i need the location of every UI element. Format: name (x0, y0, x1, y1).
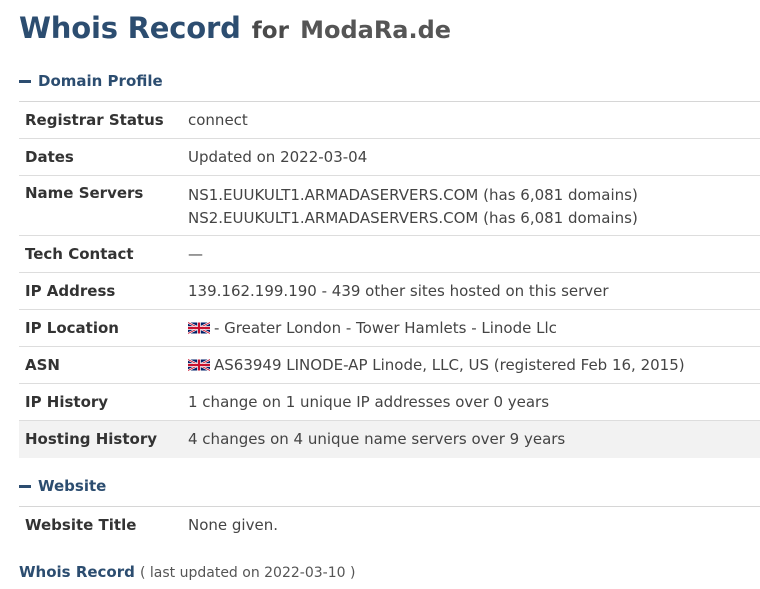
row-name-servers: Name Servers NS1.EUUKULT1.ARMADASERVERS.… (19, 176, 760, 236)
website-toggle[interactable]: Website (19, 476, 106, 496)
domain-profile-table: Registrar Status connect Dates Updated o… (19, 101, 760, 458)
row-tech-contact: Tech Contact — (19, 236, 760, 273)
row-ip-location: IP Location - Greater London - Tower Ham… (19, 310, 760, 347)
whois-record-link[interactable]: Whois Record (19, 563, 135, 581)
row-label: Dates (25, 148, 74, 166)
uk-flag-icon (188, 358, 210, 372)
row-value: None given. (188, 516, 278, 534)
row-label: Registrar Status (25, 111, 164, 129)
row-label: Website Title (25, 516, 137, 534)
hosting-history-value[interactable]: 4 changes on 4 unique name servers over … (188, 430, 760, 458)
row-asn: ASN AS63949 LINODE-AP Linode, LLC, US (r… (19, 347, 760, 384)
row-label: Hosting History (25, 430, 158, 448)
row-registrar-status: Registrar Status connect (19, 102, 760, 139)
name-server-item[interactable]: NS1.EUUKULT1.ARMADASERVERS.COM (has 6,08… (188, 184, 760, 207)
page-title-for: for (251, 18, 289, 44)
domain-profile-label: Domain Profile (38, 72, 163, 90)
page-title: Whois Record for ModaRa.de (19, 10, 451, 48)
row-value: — (188, 245, 203, 263)
row-value: - Greater London - Tower Hamlets - Linod… (188, 319, 760, 346)
name-server-item[interactable]: NS2.EUUKULT1.ARMADASERVERS.COM (has 6,08… (188, 207, 760, 230)
row-value: AS63949 LINODE-AP Linode, LLC, US (regis… (188, 356, 760, 383)
collapse-minus-icon (19, 79, 31, 83)
row-label: IP Address (25, 282, 116, 300)
row-label: Tech Contact (25, 245, 134, 263)
website-table: Website Title None given. (19, 506, 760, 544)
asn-text: AS63949 LINODE-AP Linode, LLC, US (regis… (214, 356, 685, 374)
ip-location-text: - Greater London - Tower Hamlets - Linod… (214, 319, 557, 337)
row-ip-history: IP History 1 change on 1 unique IP addre… (19, 384, 760, 421)
website-label: Website (38, 477, 107, 495)
ip-history-value[interactable]: 1 change on 1 unique IP addresses over 0… (188, 393, 760, 420)
collapse-minus-icon (19, 484, 31, 488)
uk-flag-icon (188, 321, 210, 335)
row-ip-address: IP Address 139.162.199.190 - 439 other s… (19, 273, 760, 310)
row-label: ASN (25, 356, 60, 374)
row-label: IP Location (25, 319, 119, 337)
name-server-list: NS1.EUUKULT1.ARMADASERVERS.COM (has 6,08… (188, 184, 760, 235)
row-dates: Dates Updated on 2022-03-04 (19, 139, 760, 176)
page-title-domain: ModaRa.de (300, 16, 452, 44)
page-title-main: Whois Record (19, 11, 241, 45)
row-label: IP History (25, 393, 109, 411)
domain-profile-toggle[interactable]: Domain Profile (19, 71, 163, 91)
row-value: connect (188, 111, 248, 129)
row-value: Updated on 2022-03-04 (188, 148, 368, 166)
row-label: Name Servers (25, 184, 144, 202)
ip-address-value[interactable]: 139.162.199.190 - 439 other sites hosted… (188, 282, 760, 309)
row-hosting-history[interactable]: Hosting History 4 changes on 4 unique na… (19, 421, 760, 458)
last-updated-note: ( last updated on 2022-03-10 ) (139, 565, 356, 581)
whois-footer: Whois Record ( last updated on 2022-03-1… (19, 562, 355, 583)
row-website-title: Website Title None given. (19, 507, 760, 544)
